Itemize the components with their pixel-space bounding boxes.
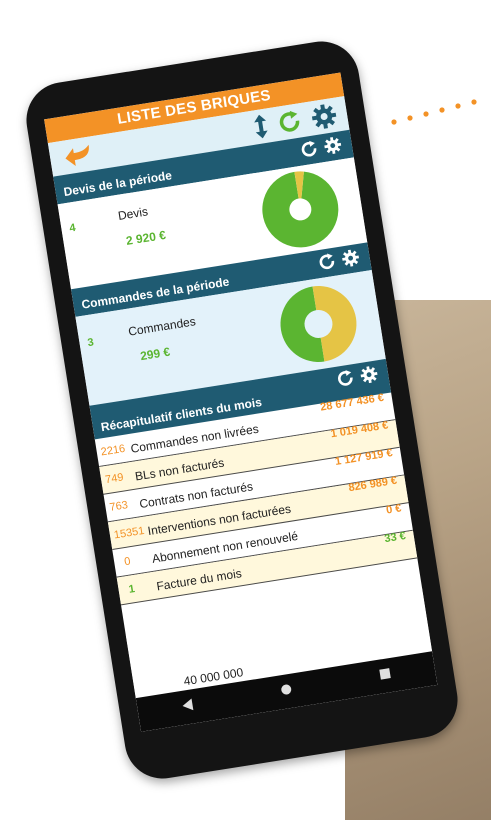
devis-amount: 2 920 €	[125, 227, 167, 248]
home-nav-icon[interactable]	[279, 682, 294, 702]
refresh-icon[interactable]	[299, 139, 320, 165]
devis-donut-chart	[262, 171, 339, 248]
back-arrow-icon[interactable]	[63, 142, 97, 173]
back-nav-icon[interactable]	[180, 697, 195, 717]
devis-count: 4	[68, 221, 77, 235]
commandes-count: 3	[86, 336, 95, 350]
phone-device: LISTE DES BRIQUES Devis de la période 4 …	[21, 36, 463, 784]
gear-icon[interactable]	[359, 364, 380, 390]
recap-value: 0 €	[385, 502, 403, 517]
devis-label: Devis	[117, 204, 149, 223]
recents-nav-icon[interactable]	[378, 666, 393, 686]
recap-count: 2216	[99, 442, 127, 459]
recap-count: 749	[104, 471, 125, 487]
gear-icon[interactable]	[322, 135, 343, 161]
commandes-donut-chart	[280, 285, 357, 362]
gear-icon[interactable]	[340, 248, 361, 274]
recap-count: 15351	[113, 524, 146, 542]
recap-count: 763	[108, 499, 129, 514]
refresh-icon[interactable]	[276, 108, 304, 140]
refresh-icon[interactable]	[335, 368, 356, 394]
commandes-label: Commandes	[127, 314, 197, 339]
sort-arrows-icon[interactable]	[252, 114, 270, 145]
recap-value: 33 €	[383, 530, 407, 546]
recap-count: 1	[127, 583, 136, 596]
recap-label: Facture du mois	[155, 566, 243, 594]
dotted-line-decoration	[391, 99, 477, 125]
refresh-icon[interactable]	[317, 252, 338, 278]
commandes-amount: 299 €	[139, 344, 172, 364]
phone-screen: LISTE DES BRIQUES Devis de la période 4 …	[44, 72, 438, 732]
recap-count: 0	[123, 555, 132, 569]
